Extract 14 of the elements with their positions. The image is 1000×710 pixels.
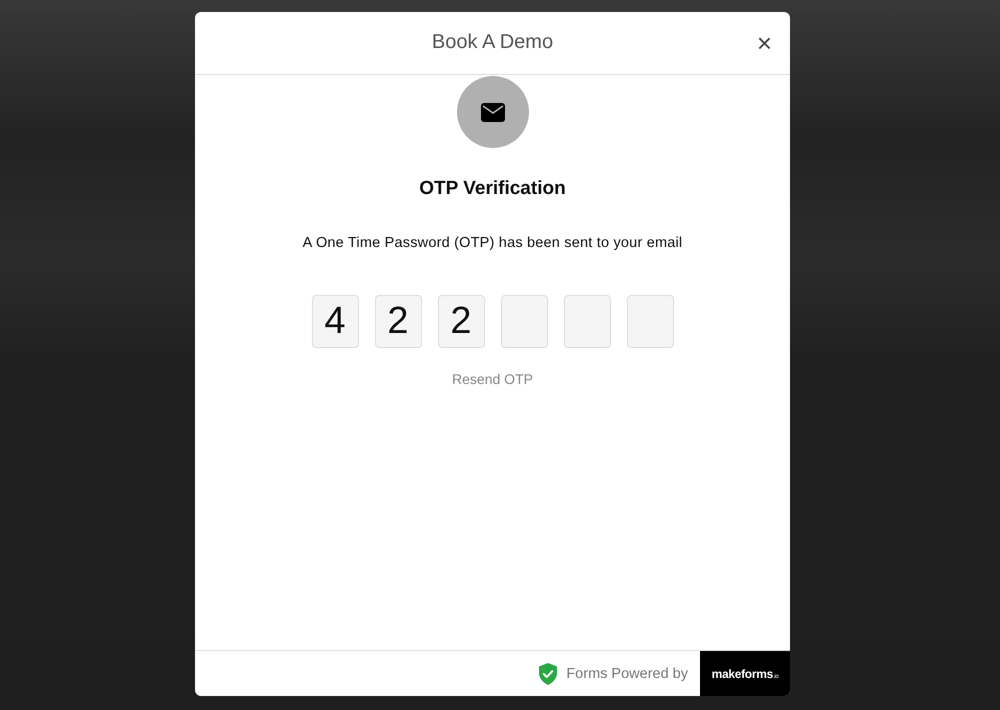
envelope-icon bbox=[480, 102, 504, 122]
otp-digit-field[interactable]: 2 bbox=[374, 295, 422, 348]
close-button[interactable]: × bbox=[752, 32, 776, 54]
otp-digit-field[interactable] bbox=[500, 295, 548, 348]
dialog-title: Book A Demo bbox=[432, 30, 554, 54]
powered-by-text: Forms Powered by bbox=[566, 666, 688, 682]
resend-otp-link[interactable]: Resend OTP bbox=[452, 371, 533, 387]
shield-check-icon bbox=[538, 662, 558, 684]
otp-digit-field[interactable] bbox=[564, 295, 610, 348]
otp-heading: OTP Verification bbox=[419, 178, 566, 200]
otp-digit-field[interactable]: 2 bbox=[438, 295, 484, 348]
otp-message: A One Time Password (OTP) has been sent to your email bbox=[302, 235, 682, 251]
otp-digit-field[interactable]: 4 bbox=[312, 295, 358, 348]
otp-digit-field[interactable] bbox=[626, 295, 674, 348]
